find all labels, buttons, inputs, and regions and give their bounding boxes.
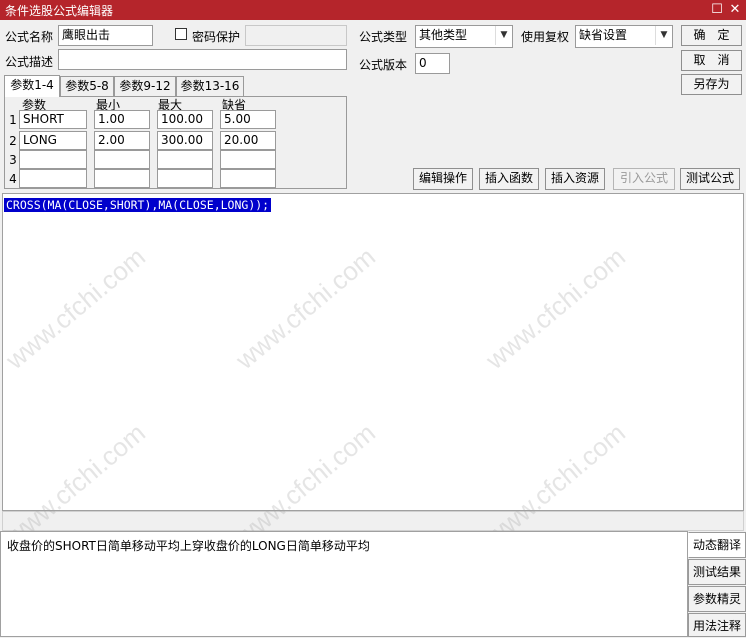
chevron-down-icon: ▼ [495, 26, 512, 45]
formula-name-input[interactable]: 鹰眼出击 [58, 25, 153, 46]
description-text: 收盘价的SHORT日简单移动平均上穿收盘价的LONG日简单移动平均 [7, 539, 370, 553]
formula-version-label: 公式版本 [359, 58, 408, 72]
param-min-cell[interactable]: 1.00 [94, 110, 150, 129]
fuquan-select[interactable]: 缺省设置 ▼ [575, 25, 673, 48]
param-name-cell[interactable] [19, 150, 87, 169]
formula-type-label: 公式类型 [359, 30, 408, 44]
fuquan-label: 使用复权 [521, 30, 570, 44]
param-max-cell[interactable] [157, 169, 213, 188]
editor-horizontal-scrollbar[interactable] [2, 511, 744, 531]
dynamic-translate-button[interactable]: 动态翻译 [688, 532, 746, 558]
restore-icon[interactable]: ☐ [708, 1, 726, 19]
tab-params-13-16[interactable]: 参数13-16 [176, 76, 244, 96]
password-input[interactable] [245, 25, 347, 46]
param-wizard-button[interactable]: 参数精灵 [688, 586, 746, 612]
param-max-cell[interactable]: 100.00 [157, 110, 213, 129]
tab-params-1-4[interactable]: 参数1-4 [4, 75, 60, 97]
cancel-button[interactable]: 取 消 [681, 50, 742, 71]
test-result-button[interactable]: 测试结果 [688, 559, 746, 585]
window-title: 条件选股公式编辑器 [5, 4, 114, 18]
param-default-cell[interactable]: 20.00 [220, 131, 276, 150]
ok-button[interactable]: 确 定 [681, 25, 742, 46]
insert-resource-button[interactable]: 插入资源 [545, 168, 605, 190]
tab-params-5-8[interactable]: 参数5-8 [60, 76, 114, 96]
param-row-number: 2 [9, 134, 17, 148]
param-row-number: 3 [9, 153, 17, 167]
usage-notes-button[interactable]: 用法注释 [688, 613, 746, 637]
param-default-cell[interactable]: 5.00 [220, 110, 276, 129]
param-row-number: 4 [9, 172, 17, 186]
import-formula-button[interactable]: 引入公式 [613, 168, 675, 190]
param-default-cell[interactable] [220, 169, 276, 188]
param-min-cell[interactable] [94, 150, 150, 169]
password-checkbox[interactable] [175, 28, 187, 40]
code-editor[interactable] [2, 193, 744, 511]
tab-params-9-12[interactable]: 参数9-12 [114, 76, 176, 96]
insert-function-button[interactable]: 插入函数 [479, 168, 539, 190]
edit-operation-button[interactable]: 编辑操作 [413, 168, 473, 190]
param-max-cell[interactable] [157, 150, 213, 169]
param-default-cell[interactable] [220, 150, 276, 169]
formula-type-value: 其他类型 [419, 28, 468, 42]
param-max-cell[interactable]: 300.00 [157, 131, 213, 150]
param-name-cell[interactable] [19, 169, 87, 188]
chevron-down-icon: ▼ [655, 26, 672, 45]
formula-type-select[interactable]: 其他类型 ▼ [415, 25, 513, 48]
fuquan-value: 缺省设置 [579, 28, 628, 42]
formula-desc-input[interactable] [58, 49, 347, 70]
formula-desc-label: 公式描述 [5, 55, 54, 69]
formula-version-input[interactable]: 0 [415, 53, 450, 74]
close-icon[interactable]: ✕ [726, 1, 744, 19]
test-formula-button[interactable]: 测试公式 [680, 168, 740, 190]
password-label: 密码保护 [192, 30, 241, 44]
param-min-cell[interactable] [94, 169, 150, 188]
formula-name-label: 公式名称 [5, 30, 54, 44]
param-row-number: 1 [9, 113, 17, 127]
formula-code[interactable]: CROSS(MA(CLOSE,SHORT),MA(CLOSE,LONG)); [4, 198, 272, 212]
param-min-cell[interactable]: 2.00 [94, 131, 150, 150]
param-name-cell[interactable]: SHORT [19, 110, 87, 129]
param-name-cell[interactable]: LONG [19, 131, 87, 150]
save-as-button[interactable]: 另存为 [681, 74, 742, 95]
